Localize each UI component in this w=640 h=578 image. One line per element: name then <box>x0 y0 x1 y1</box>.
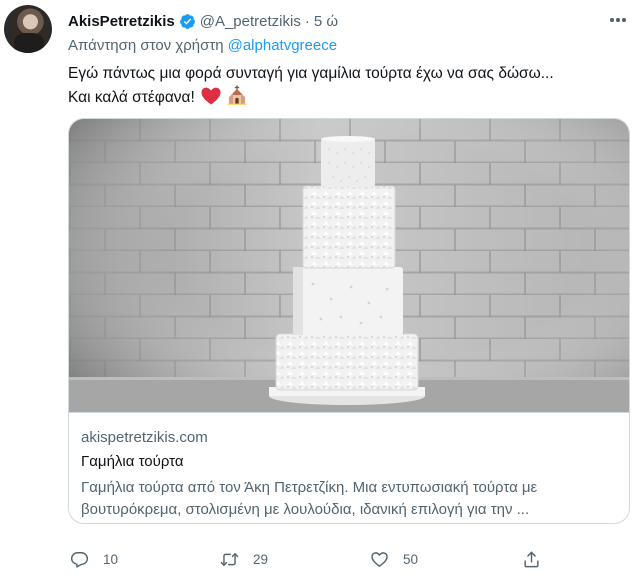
link-preview-card[interactable]: akispetretzikis.com Γαμήλια τούρτα Γαμήλ… <box>68 118 630 524</box>
card-domain: akispetretzikis.com <box>81 429 208 446</box>
card-description-line: Γαμήλια τούρτα από τον Άκη Πετρετζίκη. Μ… <box>81 479 538 496</box>
tweet-text-line: Και καλά στέφανα! <box>68 89 195 106</box>
card-title: Γαμήλια τούρτα <box>81 453 184 470</box>
tweet[interactable]: AkisPetretzikis @A_petretzikis · 5 ώ Απά… <box>0 0 640 578</box>
verified-badge-icon <box>179 13 195 29</box>
card-description: Γαμήλια τούρτα από τον Άκη Πετρετζίκη. Μ… <box>81 477 617 521</box>
author-name[interactable]: AkisPetretzikis <box>68 13 175 30</box>
retweet-icon <box>220 552 239 566</box>
retweet-count: 29 <box>253 551 269 567</box>
like-button[interactable]: 50 <box>370 542 418 576</box>
reply-count: 10 <box>103 551 119 567</box>
like-count: 50 <box>403 551 419 567</box>
card-text-area[interactable]: akispetretzikis.com Γαμήλια τούρτα Γαμήλ… <box>69 412 629 523</box>
share-button[interactable] <box>522 542 541 576</box>
tweet-header: AkisPetretzikis @A_petretzikis · 5 ώ <box>68 11 338 31</box>
tweet-actions: 10 29 50 <box>60 542 620 576</box>
tweet-text: Εγώ πάντως μια φορά συνταγή για γαμίλια … <box>68 63 554 109</box>
heart-icon <box>371 551 388 567</box>
reply-button[interactable]: 10 <box>70 542 118 576</box>
reply-prefix: Απάντηση στον χρήστη <box>68 37 224 54</box>
reply-mention-link[interactable]: @alphatvgreece <box>228 37 337 54</box>
reply-context: Απάντηση στον χρήστη @alphatvgreece <box>68 37 337 54</box>
wedding-cake-image[interactable] <box>69 119 630 412</box>
retweet-button[interactable]: 29 <box>220 542 268 576</box>
wedding-chapel-icon <box>227 85 247 105</box>
reply-icon <box>70 551 89 568</box>
timestamp[interactable]: 5 ώ <box>314 13 338 30</box>
tweet-text-line: Εγώ πάντως μια φορά συνταγή για γαμίλια … <box>68 65 554 82</box>
separator: · <box>304 12 310 30</box>
more-options-icon[interactable] <box>608 10 628 30</box>
share-icon <box>524 551 539 567</box>
avatar[interactable] <box>4 5 52 53</box>
author-handle[interactable]: @A_petretzikis <box>200 13 301 30</box>
red-heart-icon <box>201 87 221 105</box>
card-description-line: βουτυρόκρεμα, στολισμένη με λουλούδια, ι… <box>81 501 530 518</box>
